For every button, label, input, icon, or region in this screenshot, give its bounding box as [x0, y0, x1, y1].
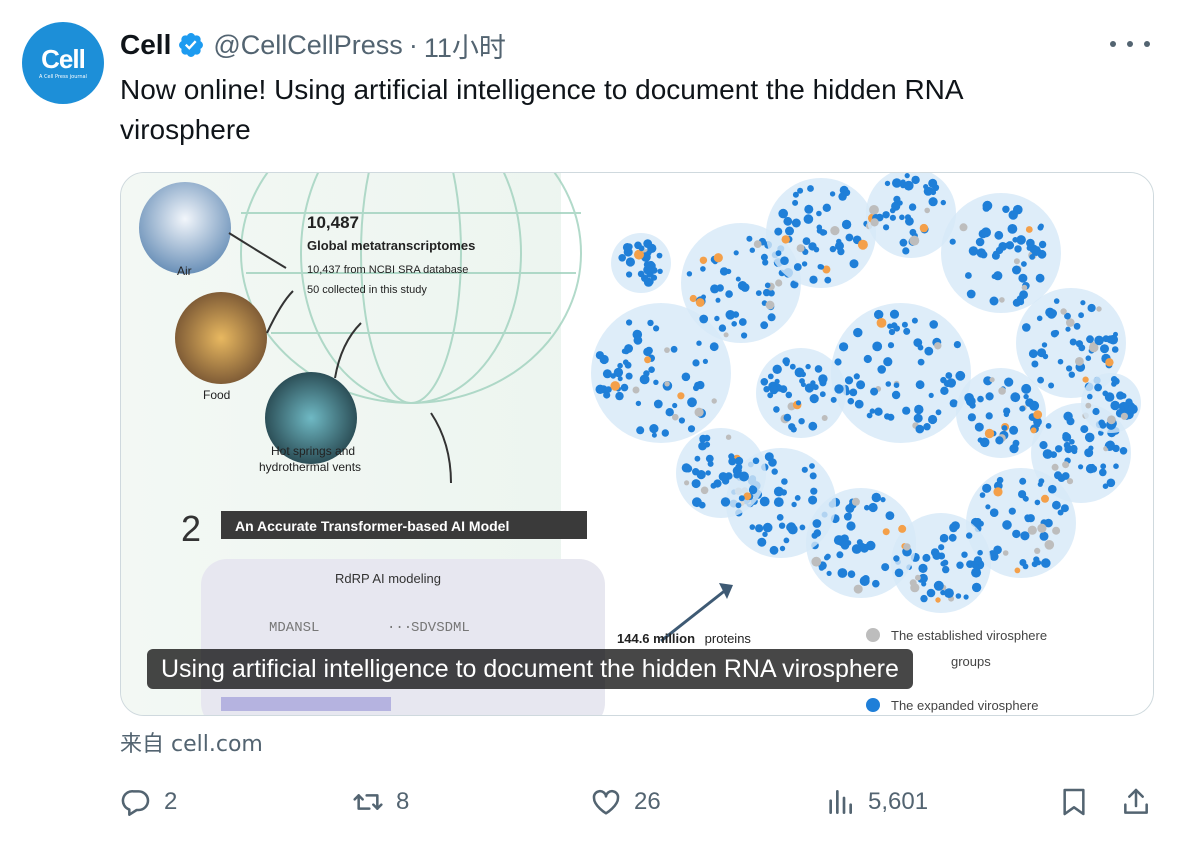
avatar[interactable]: Cell A Cell Press journal — [22, 22, 104, 104]
action-bar: 2 8 26 5,601 — [120, 782, 1160, 822]
image-air-label: Air — [177, 264, 192, 278]
views-button[interactable]: 5,601 — [824, 782, 928, 822]
share-icon — [1124, 788, 1148, 814]
image-food-label: Food — [203, 388, 230, 402]
avatar-subtitle: A Cell Press journal — [39, 74, 87, 80]
card-title[interactable]: Using artificial intelligence to documen… — [147, 649, 913, 689]
tweet-text: Now online! Using artificial intelligenc… — [120, 74, 963, 145]
image-seq-right: SDVSDML — [411, 620, 470, 636]
image-meta-line1: 10,437 from NCBI SRA database — [307, 264, 468, 276]
card-image: 10,487 Global metatranscriptomes 10,437 … — [121, 173, 1153, 715]
separator-dot: · — [408, 29, 418, 60]
image-proteins-number: 144.6 million — [617, 631, 695, 646]
author-name[interactable]: Cell — [120, 29, 171, 61]
like-count: 26 — [634, 788, 661, 815]
image-meta-title: Global metatranscriptomes — [307, 238, 475, 253]
retweet-icon — [353, 794, 383, 810]
image-legend-established: The established virosphere — [891, 628, 1047, 643]
image-count: 10,487 — [307, 213, 359, 232]
more-options-icon[interactable] — [1110, 30, 1150, 58]
reply-icon — [121, 790, 150, 816]
avatar-logo: Cell — [41, 44, 86, 74]
reply-button[interactable]: 2 — [120, 782, 177, 822]
verified-badge-icon[interactable] — [177, 31, 205, 59]
image-springs-label-2: hydrothermal vents — [259, 460, 361, 474]
timestamp[interactable]: 11小时 — [424, 26, 506, 65]
retweet-count: 8 — [396, 788, 410, 815]
views-count: 5,601 — [868, 788, 929, 815]
heart-icon — [592, 789, 620, 815]
image-step-number: 2 — [181, 508, 201, 549]
link-card[interactable]: 10,487 Global metatranscriptomes 10,437 … — [120, 172, 1154, 716]
image-legend-groups: groups — [951, 654, 991, 669]
image-proteins-word: proteins — [705, 631, 752, 646]
tweet[interactable]: Cell A Cell Press journal Cell @CellCell… — [0, 0, 1186, 846]
author-handle[interactable]: @CellCellPress — [213, 30, 402, 61]
image-meta-line2: 50 collected in this study — [307, 284, 427, 296]
bookmark-icon — [1063, 788, 1085, 816]
tweet-header: Cell @CellCellPress · 11小时 — [120, 26, 506, 64]
image-step-label: An Accurate Transformer-based AI Model — [235, 518, 509, 534]
image-legend-expanded: The expanded virosphere — [891, 698, 1038, 713]
like-button[interactable]: 26 — [590, 782, 661, 822]
image-rdrp-label: RdRP AI modeling — [335, 571, 441, 586]
share-button[interactable] — [1120, 782, 1152, 822]
svg-text:144.6 million proteins: 144.6 million proteins — [617, 631, 751, 646]
retweet-button[interactable]: 8 — [352, 782, 409, 822]
image-seq-left: MDANSL — [269, 620, 319, 636]
image-seq-mid: ··· — [387, 620, 412, 636]
card-source-link[interactable]: 来自 cell.com — [120, 726, 263, 758]
bookmark-button[interactable] — [1058, 782, 1090, 822]
analytics-icon — [829, 790, 852, 814]
reply-count: 2 — [164, 788, 178, 815]
image-springs-label-1: Hot springs and — [271, 444, 355, 458]
